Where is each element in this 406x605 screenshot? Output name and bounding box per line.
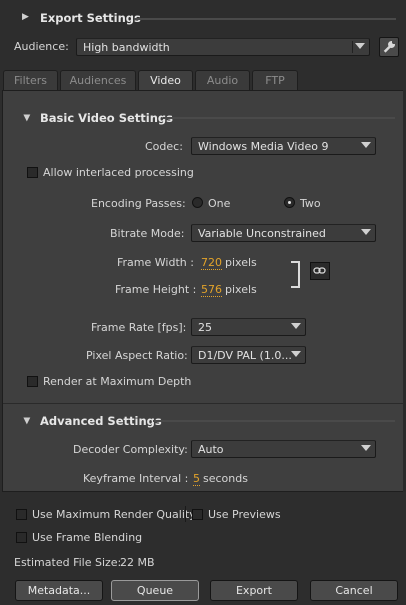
header-divider bbox=[134, 18, 396, 20]
frame-width-unit: pixels bbox=[225, 256, 257, 269]
frame-rate-value: 25 bbox=[198, 321, 212, 334]
decoder-complexity-label: Decoder Complexity: bbox=[73, 443, 188, 456]
pixel-aspect-ratio-dropdown[interactable]: D1/DV PAL (1.0... bbox=[191, 346, 306, 364]
decoder-complexity-dropdown[interactable]: Auto bbox=[191, 440, 376, 458]
frame-blending-label: Use Frame Blending bbox=[32, 531, 143, 544]
audience-label: Audience: bbox=[14, 40, 69, 53]
keyframe-interval-unit: seconds bbox=[203, 472, 248, 485]
max-depth-label: Render at Maximum Depth bbox=[43, 375, 192, 388]
max-depth-checkbox[interactable] bbox=[27, 376, 38, 387]
max-render-quality-checkbox[interactable] bbox=[16, 509, 27, 520]
frame-width-value[interactable]: 720 bbox=[201, 256, 222, 270]
bitrate-mode-label: Bitrate Mode: bbox=[110, 227, 185, 240]
audience-dropdown[interactable]: High bandwidth bbox=[76, 38, 370, 56]
constrain-link-button[interactable] bbox=[310, 262, 330, 280]
codec-value: Windows Media Video 9 bbox=[198, 140, 329, 153]
keyframe-interval-label: Keyframe Interval : bbox=[83, 472, 189, 485]
chevron-down-icon bbox=[361, 229, 371, 235]
frame-rate-dropdown[interactable]: 25 bbox=[191, 318, 306, 336]
interlaced-label: Allow interlaced processing bbox=[43, 166, 194, 179]
encoding-passes-label: Encoding Passes: bbox=[91, 197, 186, 210]
passes-two-radio[interactable] bbox=[284, 197, 295, 208]
use-previews-checkbox[interactable] bbox=[192, 509, 203, 520]
frame-height-label: Frame Height : bbox=[115, 283, 197, 296]
advanced-settings-title: Advanced Settings bbox=[40, 414, 162, 428]
tab-ftp[interactable]: FTP bbox=[252, 70, 298, 90]
estimated-file-size-value: 22 MB bbox=[120, 556, 155, 569]
chevron-down-icon bbox=[361, 445, 371, 451]
tab-filters[interactable]: Filters bbox=[3, 70, 58, 90]
queue-button[interactable]: Queue bbox=[111, 580, 199, 601]
collapse-triangle-icon[interactable]: ▶ bbox=[22, 12, 29, 22]
tab-audio[interactable]: Audio bbox=[195, 70, 250, 90]
max-render-quality-label: Use Maximum Render Quality bbox=[32, 508, 196, 521]
advanced-divider bbox=[153, 420, 395, 422]
interlaced-checkbox[interactable] bbox=[27, 167, 38, 178]
bitrate-mode-value: Variable Unconstrained bbox=[198, 227, 326, 240]
passes-one-radio[interactable] bbox=[192, 197, 203, 208]
chevron-down-icon bbox=[291, 351, 301, 357]
wrench-icon bbox=[383, 40, 396, 53]
tab-audiences[interactable]: Audiences bbox=[60, 70, 136, 90]
chevron-down-icon bbox=[291, 323, 301, 329]
frame-rate-label: Frame Rate [fps]: bbox=[91, 321, 187, 334]
collapse-triangle-icon[interactable]: ▶ bbox=[21, 418, 31, 425]
keyframe-interval-value[interactable]: 5 bbox=[193, 472, 200, 486]
basic-divider bbox=[163, 117, 395, 119]
chevron-down-icon bbox=[355, 43, 365, 49]
frame-height-value[interactable]: 576 bbox=[201, 283, 222, 297]
tab-video[interactable]: Video bbox=[138, 70, 193, 91]
collapse-triangle-icon[interactable]: ▶ bbox=[21, 115, 31, 122]
chevron-down-icon bbox=[361, 142, 371, 148]
estimated-file-size-label: Estimated File Size: bbox=[14, 556, 122, 569]
export-settings-title: Export Settings bbox=[40, 11, 141, 25]
frame-blending-checkbox[interactable] bbox=[16, 532, 27, 543]
wrench-button[interactable] bbox=[379, 37, 399, 57]
codec-dropdown[interactable]: Windows Media Video 9 bbox=[191, 137, 376, 155]
metadata-button[interactable]: Metadata... bbox=[15, 580, 103, 601]
video-settings-panel: ▶ Basic Video Settings Codec: Windows Me… bbox=[2, 90, 404, 492]
frame-height-unit: pixels bbox=[225, 283, 257, 296]
audience-value: High bandwidth bbox=[83, 41, 170, 54]
decoder-complexity-value: Auto bbox=[198, 443, 224, 456]
use-previews-label: Use Previews bbox=[208, 508, 281, 521]
pixel-aspect-ratio-label: Pixel Aspect Ratio: bbox=[86, 349, 188, 362]
pixel-aspect-ratio-value: D1/DV PAL (1.0... bbox=[198, 349, 292, 362]
basic-video-settings-title: Basic Video Settings bbox=[40, 111, 173, 125]
cancel-button[interactable]: Cancel bbox=[310, 580, 398, 601]
link-bracket bbox=[291, 261, 300, 288]
passes-one-label: One bbox=[208, 197, 231, 210]
link-icon bbox=[313, 267, 326, 274]
passes-two-label: Two bbox=[300, 197, 321, 210]
frame-width-label: Frame Width : bbox=[117, 256, 194, 269]
bitrate-mode-dropdown[interactable]: Variable Unconstrained bbox=[191, 224, 376, 242]
codec-label: Codec: bbox=[145, 140, 183, 153]
export-button[interactable]: Export bbox=[210, 580, 298, 601]
